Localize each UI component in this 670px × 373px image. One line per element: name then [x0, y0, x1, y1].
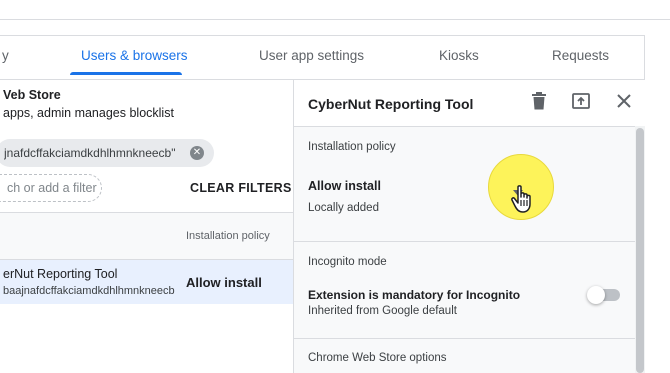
filter-chip-label: jnafdcffakciamdkdhlhmnkneecb" — [4, 146, 176, 160]
installation-policy-source: Locally added — [308, 202, 379, 214]
row-app-name: erNut Reporting Tool — [3, 267, 118, 281]
section-title: Veb Store — [3, 88, 61, 102]
tab-user-app-settings[interactable]: User app settings — [259, 48, 364, 63]
remove-filter-icon[interactable]: ✕ — [190, 146, 204, 160]
filter-chip[interactable]: jnafdcffakciamdkdhlhmnkneecb" ✕ — [0, 139, 214, 167]
toggle-knob — [587, 286, 605, 304]
close-icon[interactable] — [617, 94, 631, 108]
hand-pointer-icon — [510, 184, 536, 214]
incognito-mode-label: Incognito mode — [308, 256, 387, 268]
panel-scrollbar-thumb[interactable] — [636, 128, 644, 373]
webstore-options-label: Chrome Web Store options — [308, 352, 447, 364]
section-subtitle: apps, admin manages blocklist — [3, 106, 174, 120]
tab-users-browsers[interactable]: Users & browsers — [81, 48, 188, 63]
incognito-mode-value: Extension is mandatory for Incognito — [308, 288, 521, 302]
clear-filters-button[interactable]: CLEAR FILTERS — [190, 181, 292, 195]
installation-policy-label: Installation policy — [308, 141, 396, 153]
publish-icon[interactable] — [572, 93, 590, 109]
tab-kiosks[interactable]: Kiosks — [439, 48, 479, 63]
top-divider — [0, 19, 670, 20]
incognito-mode-source: Inherited from Google default — [308, 305, 457, 317]
row-installation-policy: Allow install — [186, 275, 262, 290]
active-tab-indicator — [70, 72, 182, 75]
section-divider — [294, 338, 635, 339]
installation-policy-value[interactable]: Allow install — [308, 179, 381, 193]
column-header-installation-policy[interactable]: Installation policy — [186, 230, 270, 242]
panel-body — [294, 126, 635, 373]
tab-requests[interactable]: Requests — [552, 48, 609, 63]
row-app-id: baajnafdcffakciamdkdhlhmnkneecb — [3, 285, 175, 297]
panel-title: CyberNut Reporting Tool — [308, 96, 474, 112]
tabs-top-divider — [0, 35, 645, 36]
search-filter-input[interactable]: ch or add a filter — [0, 174, 102, 202]
delete-icon[interactable] — [531, 92, 547, 110]
tab-partial[interactable]: y — [2, 48, 9, 63]
section-divider — [294, 241, 635, 242]
incognito-toggle[interactable] — [587, 286, 620, 304]
